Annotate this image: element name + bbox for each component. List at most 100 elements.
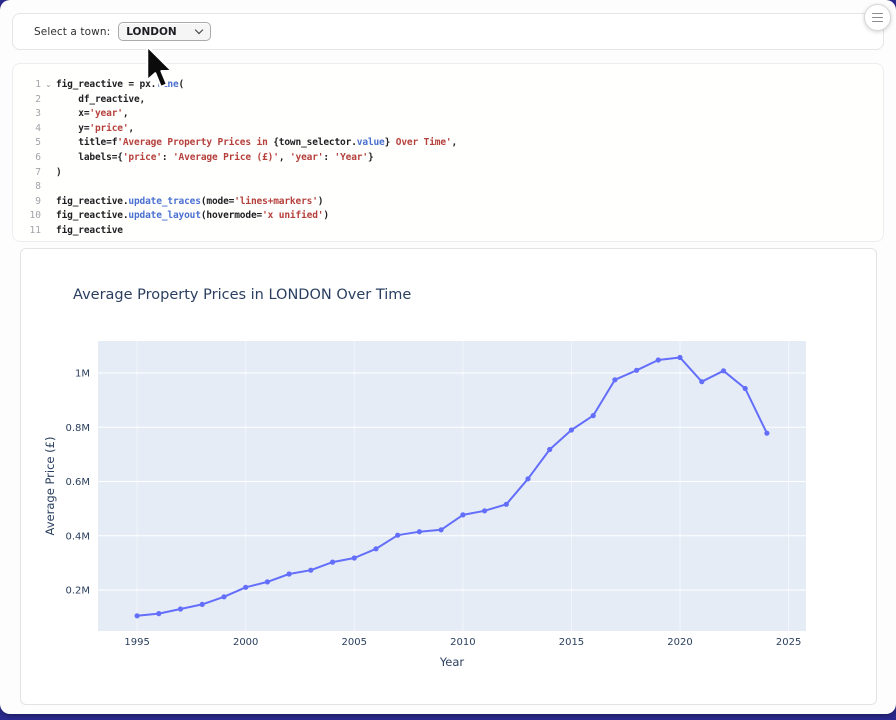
- fold-chevron-icon[interactable]: ⌄: [41, 78, 56, 93]
- code-line[interactable]: 1⌄fig_reactive = px.line(: [13, 78, 883, 93]
- plot-area[interactable]: [98, 341, 806, 631]
- data-point[interactable]: [612, 377, 617, 382]
- chart-card: 0.2M0.4M0.6M0.8M1M1995200020052010201520…: [20, 248, 877, 705]
- line-number: 11: [13, 224, 41, 239]
- town-select-value: LONDON: [126, 26, 196, 38]
- data-point[interactable]: [482, 508, 487, 513]
- fold-spacer: [41, 166, 56, 181]
- line-number: 3: [13, 107, 41, 122]
- y-tick-label: 0.8M: [65, 423, 90, 434]
- line-number: 7: [13, 166, 41, 181]
- code-text: labels={'price': 'Average Price (£)', 'y…: [56, 151, 374, 166]
- data-point[interactable]: [373, 546, 378, 551]
- plotly-chart[interactable]: 0.2M0.4M0.6M0.8M1M1995200020052010201520…: [21, 249, 877, 705]
- data-point[interactable]: [352, 555, 357, 560]
- code-text: y='price',: [56, 122, 134, 137]
- code-text: x='year',: [56, 107, 128, 122]
- data-point[interactable]: [569, 427, 574, 432]
- fold-spacer: [41, 151, 56, 166]
- main-card: Select a town: LONDON 1⌄fig_reactive = p…: [0, 0, 896, 714]
- data-point[interactable]: [591, 413, 596, 418]
- x-axis-title: Year: [439, 655, 465, 669]
- data-point[interactable]: [460, 512, 465, 517]
- x-tick-label: 2010: [450, 637, 475, 648]
- code-line[interactable]: 2 df_reactive,: [13, 93, 883, 108]
- data-point[interactable]: [287, 571, 292, 576]
- data-point[interactable]: [200, 602, 205, 607]
- data-point[interactable]: [699, 379, 704, 384]
- data-point[interactable]: [743, 386, 748, 391]
- code-line[interactable]: 4 y='price',: [13, 122, 883, 137]
- menu-button[interactable]: [864, 4, 891, 31]
- code-line[interactable]: 8: [13, 180, 883, 195]
- x-tick-label: 2025: [776, 637, 801, 648]
- line-number: 10: [13, 209, 41, 224]
- data-point[interactable]: [504, 502, 509, 507]
- chevron-down-icon: [196, 27, 203, 34]
- x-tick-label: 2020: [667, 637, 692, 648]
- code-line[interactable]: 6 labels={'price': 'Average Price (£)', …: [13, 151, 883, 166]
- y-tick-label: 1M: [75, 369, 90, 380]
- fold-spacer: [41, 122, 56, 137]
- select-town-label: Select a town:: [34, 26, 110, 38]
- data-point[interactable]: [395, 533, 400, 538]
- line-number: 5: [13, 136, 41, 151]
- code-line[interactable]: 10 fig_reactive.update_layout(hovermode='…: [13, 209, 883, 224]
- line-number: 6: [13, 151, 41, 166]
- code-line[interactable]: 3 x='year',: [13, 107, 883, 122]
- code-text: fig_reactive.update_layout(hovermode='x …: [56, 209, 329, 224]
- code-editor[interactable]: 1⌄fig_reactive = px.line(2 df_reactive,3…: [12, 63, 884, 242]
- y-axis-title: Average Price (£): [43, 437, 57, 536]
- code-text: fig_reactive: [56, 224, 123, 239]
- code-text: fig_reactive.update_traces(mode='lines+m…: [56, 195, 323, 210]
- line-number: 8: [13, 180, 41, 195]
- code-line[interactable]: 5 title=f'Average Property Prices in {to…: [13, 136, 883, 151]
- data-point[interactable]: [178, 606, 183, 611]
- x-tick-label: 1995: [124, 637, 149, 648]
- data-point[interactable]: [417, 529, 422, 534]
- app-background: { "app": { "background_color": "#2c2b91"…: [0, 0, 896, 720]
- line-number: 2: [13, 93, 41, 108]
- code-text: ): [56, 166, 62, 181]
- code-line[interactable]: 9 fig_reactive.update_traces(mode='lines+…: [13, 195, 883, 210]
- code-line[interactable]: 11 fig_reactive: [13, 224, 883, 239]
- x-tick-label: 2015: [559, 637, 584, 648]
- data-point[interactable]: [156, 611, 161, 616]
- data-point[interactable]: [547, 447, 552, 452]
- fold-spacer: [41, 107, 56, 122]
- fold-spacer: [41, 93, 56, 108]
- line-number: 4: [13, 122, 41, 137]
- data-point[interactable]: [221, 594, 226, 599]
- code-text: df_reactive,: [56, 93, 145, 108]
- fold-spacer: [41, 180, 56, 195]
- data-point[interactable]: [265, 579, 270, 584]
- data-point[interactable]: [439, 527, 444, 532]
- code-lines: 1⌄fig_reactive = px.line(2 df_reactive,3…: [13, 78, 883, 239]
- x-tick-label: 2005: [342, 637, 367, 648]
- x-tick-label: 2000: [233, 637, 258, 648]
- data-point[interactable]: [243, 585, 248, 590]
- data-point[interactable]: [308, 568, 313, 573]
- fold-spacer: [41, 195, 56, 210]
- data-point[interactable]: [330, 560, 335, 565]
- fold-spacer: [41, 136, 56, 151]
- data-point[interactable]: [677, 355, 682, 360]
- data-point[interactable]: [764, 431, 769, 436]
- line-number: 1: [13, 78, 41, 93]
- data-point[interactable]: [135, 613, 140, 618]
- data-point[interactable]: [656, 357, 661, 362]
- code-text: title=f'Average Property Prices in {town…: [56, 136, 457, 151]
- fold-spacer: [41, 224, 56, 239]
- data-point[interactable]: [634, 368, 639, 373]
- town-select[interactable]: LONDON: [118, 22, 211, 41]
- chart-title: Average Property Prices in LONDON Over T…: [73, 287, 411, 303]
- data-point[interactable]: [721, 368, 726, 373]
- widget-panel: Select a town: LONDON: [12, 13, 884, 50]
- fold-spacer: [41, 209, 56, 224]
- code-line[interactable]: 7): [13, 166, 883, 181]
- y-tick-label: 0.2M: [65, 586, 90, 597]
- line-number: 9: [13, 195, 41, 210]
- y-tick-label: 0.4M: [65, 531, 90, 542]
- code-text: fig_reactive = px.line(: [56, 78, 184, 93]
- data-point[interactable]: [525, 476, 530, 481]
